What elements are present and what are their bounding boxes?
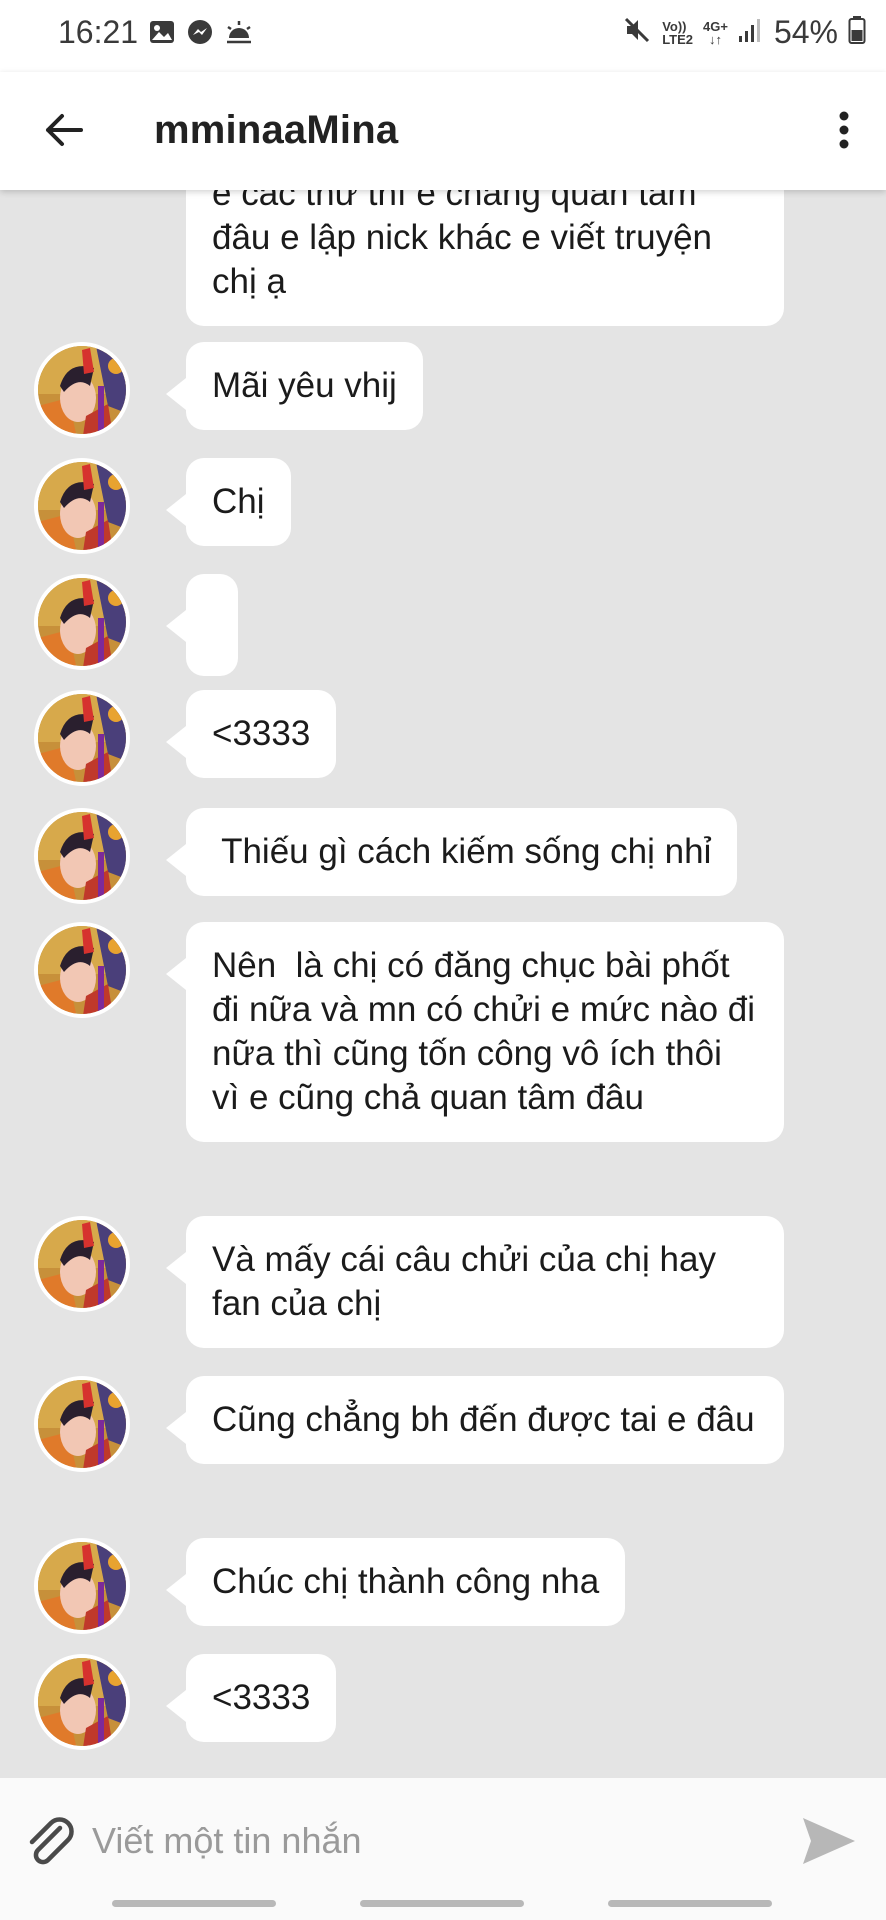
network-label-top: Vo)) [662, 18, 687, 34]
more-vertical-icon [839, 111, 849, 149]
message-input[interactable] [92, 1808, 772, 1874]
message-bubble[interactable]: Nên là chị có đăng chục bài phốt đi nữa … [166, 922, 784, 1142]
status-notification-icons [148, 18, 254, 51]
weather-icon [224, 18, 254, 51]
message-list[interactable]: e các thứ thì e chẳng quan tâm đâu e lập… [0, 190, 886, 1778]
message-bubble[interactable]: Và mấy cái câu chửi của chị hay fan của … [166, 1216, 784, 1348]
data-arrows-icon: 4G+ ↓↑ [703, 18, 728, 47]
avatar[interactable] [34, 1538, 130, 1634]
avatar[interactable] [34, 1654, 130, 1750]
back-button[interactable] [36, 102, 92, 158]
attach-button[interactable] [18, 1810, 80, 1872]
message-bubble[interactable]: Chị [166, 458, 291, 546]
paperclip-icon [29, 1817, 74, 1865]
message-bubble[interactable]: <3333 [165, 1654, 337, 1742]
avatar[interactable] [34, 690, 130, 786]
network-label-bottom: LTE2 [662, 31, 694, 47]
send-icon [803, 1818, 855, 1864]
avatar[interactable] [34, 1216, 130, 1312]
status-time: 16:21 [58, 14, 139, 50]
status-system-icons: Vo)) LTE2 4G+ ↓↑ 54% [622, 14, 866, 51]
battery-percent: 54% [773, 14, 838, 50]
message-bubble[interactable]: Thiếu gì cách kiếm sống chị nhỉ [165, 808, 738, 896]
message-bubble[interactable]: Mãi yêu vhij [166, 342, 423, 430]
message-bubble[interactable]: Chúc chị thành công nha [165, 1538, 626, 1626]
message-bubble[interactable]: Cũng chẳng bh đến được tai e đâu [166, 1376, 784, 1464]
signal-icon [738, 16, 764, 49]
avatar[interactable] [34, 1376, 130, 1472]
mute-icon [622, 15, 652, 50]
volte-icon: Vo)) LTE2 [662, 20, 693, 46]
avatar[interactable] [34, 458, 130, 554]
battery-icon [848, 15, 866, 50]
message-bubble[interactable] [166, 574, 238, 676]
nav-gesture-bar [608, 1900, 772, 1907]
avatar[interactable] [34, 574, 130, 670]
status-bar: 16:21 Vo)) LTE2 4G+ ↓↑ 54% [0, 0, 886, 72]
nav-gesture-bar [360, 1900, 524, 1907]
message-composer [0, 1778, 886, 1920]
avatar[interactable] [34, 808, 130, 904]
chat-title[interactable]: mminaaMina [154, 108, 398, 153]
send-button[interactable] [796, 1810, 862, 1872]
avatar[interactable] [34, 922, 130, 1018]
more-options-button[interactable] [824, 102, 864, 158]
gallery-icon [148, 18, 176, 51]
network-type: 4G+ [703, 18, 728, 34]
nav-gesture-bar [112, 1900, 276, 1907]
back-arrow-icon [46, 114, 83, 146]
avatar[interactable] [34, 342, 130, 438]
messenger-icon [186, 18, 214, 51]
message-bubble[interactable]: e các thứ thì e chẳng quan tâm đâu e lập… [186, 190, 784, 326]
chat-header: mminaaMina [0, 72, 886, 190]
message-bubble[interactable]: <3333 [165, 690, 337, 778]
